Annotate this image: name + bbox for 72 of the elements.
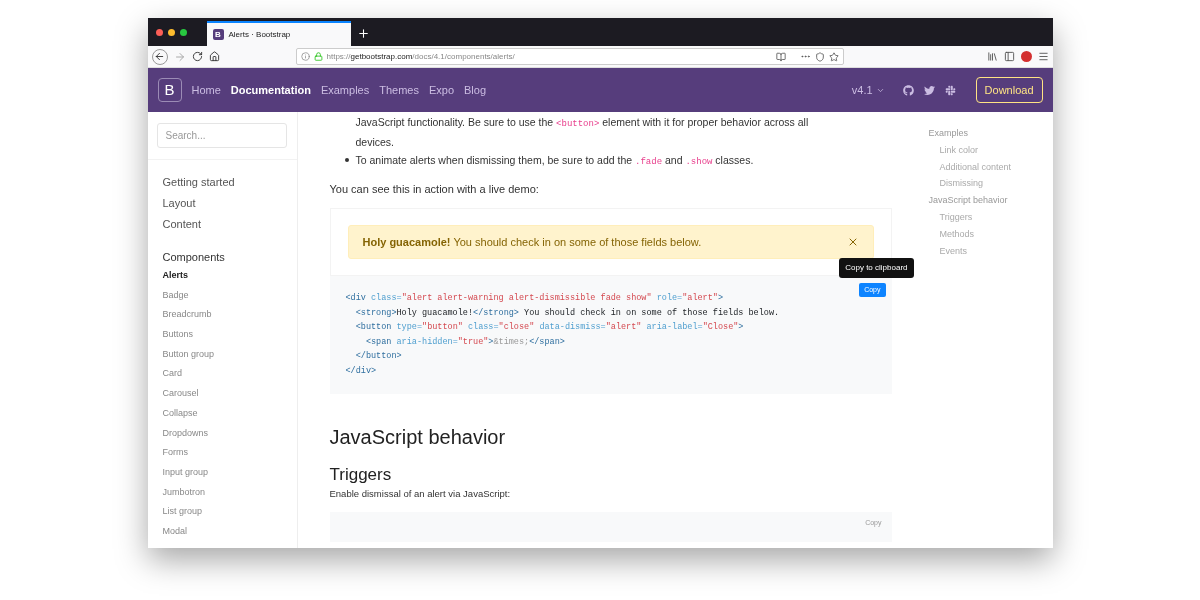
list-item-text: To animate alerts when dismissing them, be sure to add the .fade and .show classes. <box>355 153 755 169</box>
shield-icon[interactable] <box>814 51 825 62</box>
sidebar-icon[interactable] <box>1003 51 1015 62</box>
sidebar-item[interactable]: Forms <box>162 446 297 466</box>
sidebar-item[interactable]: Input group <box>162 465 297 486</box>
close-window-icon[interactable] <box>155 28 163 36</box>
github-icon[interactable] <box>902 84 914 96</box>
nav-link[interactable]: Documentation <box>230 81 311 99</box>
code-line: </div> <box>345 364 378 378</box>
browser-tab[interactable]: B Alerts · Bootstrap <box>206 21 351 46</box>
url-text: https://getbootstrap.com/docs/4.1/components/alerts/ <box>326 50 515 63</box>
code-line: <button type="button" class="close" data-dismiss="alert" aria-label="Close"> <box>354 321 745 334</box>
nav-link[interactable]: Blog <box>464 81 487 99</box>
nav-link[interactable]: Themes <box>379 81 419 99</box>
home-icon[interactable] <box>208 51 220 62</box>
toc-link[interactable]: Link color <box>928 141 1053 159</box>
toc-link[interactable]: Dismissing <box>928 175 1053 193</box>
bootstrap-logo[interactable]: B <box>157 78 182 102</box>
sidebar-item[interactable]: Collapse <box>162 406 297 427</box>
sidebar-item[interactable]: List group <box>162 505 297 525</box>
version-dropdown[interactable]: v4.1 <box>851 81 885 99</box>
sidebar-item[interactable]: Jumbotron <box>162 485 297 506</box>
sidebar-item[interactable]: Badge <box>162 288 297 309</box>
search-field[interactable]: Search... <box>156 123 287 148</box>
alert-text: Holy guacamole! You should check in on some of those fields below. <box>362 235 702 250</box>
paragraph: Enable dismissal of an alert via JavaScript: <box>329 487 512 501</box>
address-bar[interactable]: https://getbootstrap.com/docs/4.1/components/alerts/ <box>295 48 844 65</box>
maximize-window-icon[interactable] <box>179 28 187 36</box>
sidebar-item[interactable]: Card <box>162 367 297 388</box>
reader-view-icon[interactable] <box>775 51 786 62</box>
nav-link[interactable]: Expo <box>428 81 455 99</box>
toc-link[interactable]: Events <box>928 242 1053 260</box>
download-button[interactable]: Download <box>975 77 1043 103</box>
toc-link[interactable]: Examples <box>928 125 1053 142</box>
sidebar-item[interactable]: Getting started <box>162 174 297 195</box>
tooltip: Copy to clipboard <box>839 258 914 278</box>
sidebar-item[interactable]: Button group <box>162 347 297 368</box>
sidebar-item[interactable]: Buttons <box>162 328 297 348</box>
extension-icon[interactable] <box>1020 51 1032 62</box>
toc-link[interactable]: Triggers <box>928 209 1053 226</box>
section-heading: JavaScript behavior <box>329 425 507 450</box>
sidebar-item[interactable]: Dropdowns <box>162 426 297 447</box>
sidebar-item[interactable]: Alerts <box>162 269 297 289</box>
favicon-icon: B <box>212 29 224 40</box>
twitter-icon[interactable] <box>923 84 935 96</box>
toc-link[interactable]: Additional content <box>928 158 1053 176</box>
reload-icon[interactable] <box>191 51 203 62</box>
nav-link[interactable]: Examples <box>320 81 370 99</box>
library-icon[interactable] <box>986 51 998 62</box>
subsection-heading: Triggers <box>329 464 393 486</box>
list-item-text: JavaScript functionality. Be sure to use the <button> element with it for proper behavior across all devices. <box>355 115 810 150</box>
code-line: </button> <box>354 350 403 363</box>
code-line: <div class="alert alert-warning alert-dismissible fade show" role="alert"> <box>345 292 724 305</box>
lock-icon <box>313 52 323 61</box>
sidebar-item[interactable]: Content <box>162 216 297 237</box>
tab-title: Alerts · Bootstrap <box>228 28 291 41</box>
menu-icon[interactable] <box>1037 51 1049 62</box>
sidebar-item[interactable]: Breadcrumb <box>162 308 297 329</box>
slack-icon[interactable] <box>944 84 956 96</box>
minimize-window-icon[interactable] <box>167 28 175 36</box>
nav-link[interactable]: Home <box>191 81 221 99</box>
code-line: <strong>Holy guacamole!</strong> You should check in on some of those fields below. <box>354 306 781 320</box>
bullet-icon <box>344 158 349 162</box>
sidebar-item[interactable]: Carousel <box>162 387 297 407</box>
paragraph: You can see this in action with a live demo: <box>329 182 540 197</box>
toc-link[interactable]: JavaScript behavior <box>928 192 1053 209</box>
sidebar-item[interactable]: Layout <box>162 195 297 216</box>
code-line: <span aria-hidden="true">&times;</span> <box>364 335 566 349</box>
bookmark-star-icon[interactable] <box>828 51 839 62</box>
sidebar-item[interactable]: Modal <box>162 524 297 545</box>
sidebar-heading[interactable]: Components <box>162 249 297 269</box>
toc-link[interactable]: Methods <box>928 225 1053 243</box>
